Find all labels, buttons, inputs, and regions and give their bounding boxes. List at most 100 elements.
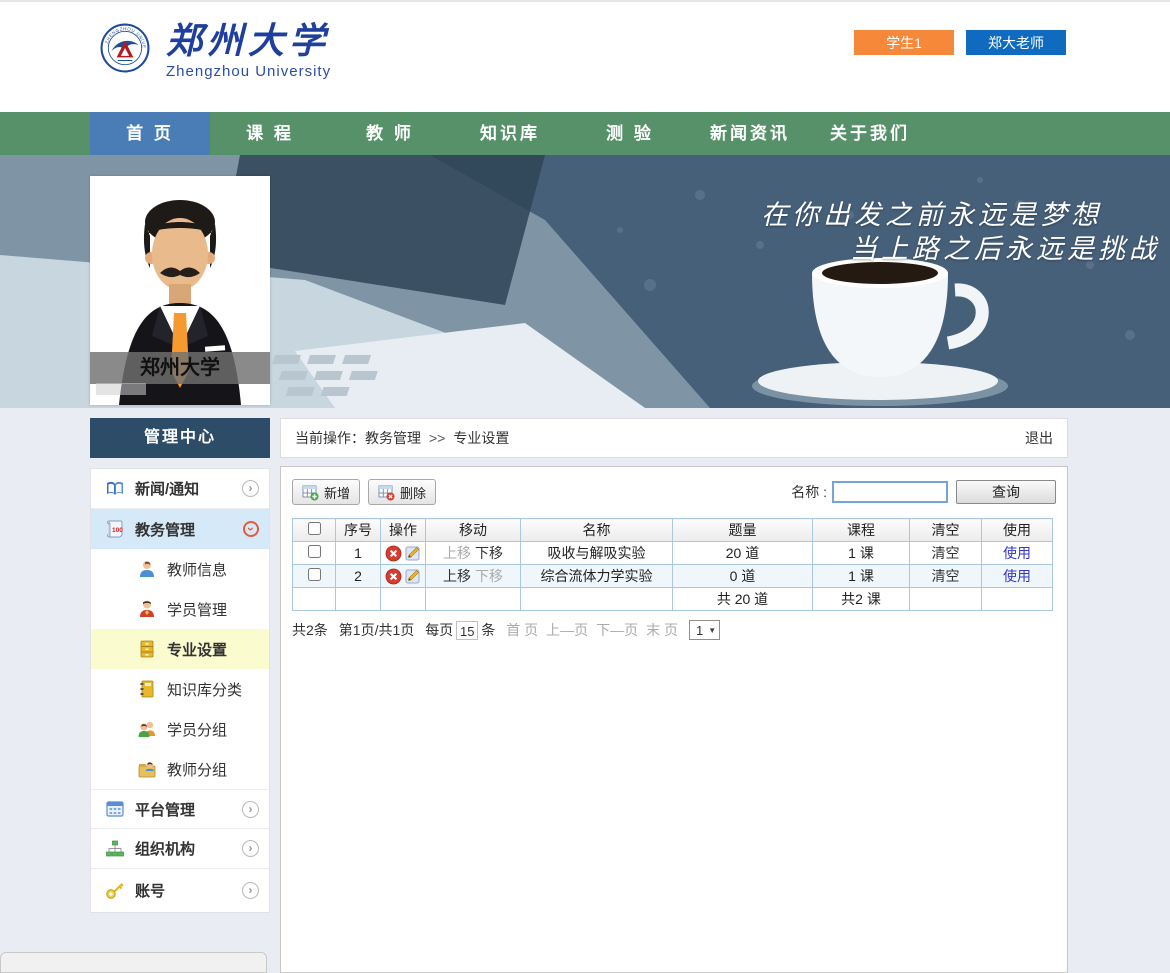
col-operation: 操作 bbox=[381, 519, 426, 542]
clear-link[interactable]: 清空 bbox=[932, 545, 960, 561]
sidebar-item-org-structure[interactable]: 组织机构 › bbox=[91, 829, 269, 869]
sidebar-item-label: 专业设置 bbox=[167, 639, 269, 660]
sidebar-item-label: 知识库分类 bbox=[167, 679, 269, 700]
move-up-link[interactable]: 上移 bbox=[443, 568, 471, 584]
move-up-link: 上移 bbox=[443, 545, 471, 561]
row-course: 1 课 bbox=[813, 565, 910, 588]
use-link[interactable]: 使用 bbox=[1003, 545, 1031, 561]
nav-item-teachers[interactable]: 教 师 bbox=[330, 112, 450, 155]
next-page-link: 下—页 bbox=[596, 620, 638, 640]
edit-row-icon[interactable] bbox=[404, 545, 421, 562]
sidebar-item-account[interactable]: 账号 › bbox=[91, 869, 269, 912]
banner-slogan-line2: 当上路之后永远是挑战 bbox=[850, 227, 1160, 266]
nav-item-knowledge-base[interactable]: 知识库 bbox=[450, 112, 570, 155]
org-structure-icon bbox=[105, 839, 125, 859]
courses-total: 共2 课 bbox=[813, 588, 910, 611]
banner: 在你出发之前永远是梦想 当上路之后永远是挑战 bbox=[0, 155, 1170, 408]
row-name: 吸收与解吸实验 bbox=[521, 542, 673, 565]
nav-item-about[interactable]: 关于我们 bbox=[810, 112, 930, 155]
sidebar-item-teacher-info[interactable]: 教师信息 bbox=[91, 549, 269, 589]
row-checkbox[interactable] bbox=[308, 545, 321, 558]
table-header-row: 序号 操作 移动 名称 题量 课程 清空 使用 bbox=[293, 519, 1053, 542]
sidebar-item-label: 平台管理 bbox=[135, 799, 242, 820]
breadcrumb-current[interactable]: 专业设置 bbox=[453, 428, 509, 448]
search-label: 名称 : bbox=[791, 482, 827, 502]
row-questions: 20 道 bbox=[673, 542, 813, 565]
sidebar-item-student-manage[interactable]: 学员管理 bbox=[91, 589, 269, 629]
col-move: 移动 bbox=[426, 519, 521, 542]
sidebar-item-kb-category[interactable]: 知识库分类 bbox=[91, 669, 269, 709]
clear-link[interactable]: 清空 bbox=[932, 568, 960, 584]
nav-item-news[interactable]: 新闻资讯 bbox=[690, 112, 810, 155]
chevron-right-icon: › bbox=[242, 480, 259, 497]
kb-category-icon bbox=[137, 679, 157, 699]
sidebar-item-platform-manage[interactable]: 平台管理 › bbox=[91, 789, 269, 829]
delete-table-icon bbox=[378, 484, 395, 501]
per-page-suffix: 条 bbox=[481, 620, 495, 640]
col-clear: 清空 bbox=[910, 519, 982, 542]
avatar-caption: 郑州大学 bbox=[140, 357, 220, 379]
nav-item-courses[interactable]: 课 程 bbox=[210, 112, 330, 155]
sidebar-item-label: 账号 bbox=[135, 880, 242, 901]
move-down-link[interactable]: 下移 bbox=[475, 545, 503, 561]
sidebar-item-news[interactable]: 新闻/通知 › bbox=[91, 469, 269, 509]
sidebar-item-label: 教师分组 bbox=[167, 759, 269, 780]
university-logo[interactable]: ZHENGZHOU UNIVERSITY 郑州大学 Zhengzhou Univ… bbox=[100, 20, 331, 80]
per-page-input[interactable]: 15 bbox=[456, 621, 478, 640]
row-name: 综合流体力学实验 bbox=[521, 565, 673, 588]
student-manage-icon bbox=[137, 599, 157, 619]
toolbar: 新增 删除 名称 : 查询 bbox=[292, 478, 1056, 506]
major-setting-icon bbox=[137, 639, 157, 659]
chevron-right-icon: › bbox=[242, 840, 259, 857]
edit-row-icon[interactable] bbox=[404, 568, 421, 585]
sidebar-item-student-group[interactable]: 学员分组 bbox=[91, 709, 269, 749]
sidebar-item-label: 组织机构 bbox=[135, 838, 242, 859]
use-link[interactable]: 使用 bbox=[1003, 568, 1031, 584]
platform-manage-icon bbox=[105, 799, 125, 819]
add-table-icon bbox=[302, 484, 319, 501]
sidebar-item-teacher-group[interactable]: 教师分组 bbox=[91, 749, 269, 789]
row-course: 1 课 bbox=[813, 542, 910, 565]
student-button[interactable]: 学生1 bbox=[854, 30, 954, 55]
breadcrumb-section[interactable]: 教务管理 bbox=[365, 428, 421, 448]
university-seal-icon: ZHENGZHOU UNIVERSITY bbox=[100, 23, 150, 73]
watermark bbox=[96, 383, 146, 395]
search-button[interactable]: 查询 bbox=[956, 480, 1056, 504]
breadcrumb-label: 当前操作： bbox=[295, 428, 365, 448]
chevron-down-icon: › bbox=[243, 521, 259, 537]
nav-item-home[interactable]: 首 页 bbox=[90, 112, 210, 155]
avatar-card: 郑州大学 bbox=[90, 176, 270, 405]
move-down-link: 下移 bbox=[475, 568, 503, 584]
add-button-label: 新增 bbox=[324, 483, 350, 502]
sidebar-item-label: 学员分组 bbox=[167, 719, 269, 740]
teacher-button[interactable]: 郑大老师 bbox=[966, 30, 1066, 55]
add-button[interactable]: 新增 bbox=[292, 479, 360, 505]
delete-button[interactable]: 删除 bbox=[368, 479, 436, 505]
row-checkbox[interactable] bbox=[308, 568, 321, 581]
col-use: 使用 bbox=[982, 519, 1053, 542]
sidebar-item-edu-manage[interactable]: 100 教务管理 › bbox=[91, 509, 269, 549]
search-area: 名称 : 查询 bbox=[791, 480, 1056, 504]
col-seq: 序号 bbox=[336, 519, 381, 542]
university-name-zh: 郑州大学 bbox=[166, 20, 331, 62]
chevron-right-icon: › bbox=[242, 882, 259, 899]
table-row: 1 上移下移 吸收与解吸实验 20 道 1 课 清空 使用 bbox=[293, 542, 1053, 565]
breadcrumb: 当前操作： 教务管理 >> 专业设置 退出 bbox=[280, 418, 1068, 458]
logout-link[interactable]: 退出 bbox=[1025, 428, 1053, 448]
page-select[interactable]: 1 ▼ bbox=[689, 620, 720, 640]
main-content: 新增 删除 名称 : 查询 序号 操作 移动 bbox=[280, 466, 1068, 973]
row-seq: 2 bbox=[336, 565, 381, 588]
delete-row-icon[interactable] bbox=[385, 545, 402, 562]
select-all-checkbox[interactable] bbox=[308, 522, 321, 535]
page-select-value: 1 bbox=[696, 623, 703, 638]
name-search-input[interactable] bbox=[832, 481, 948, 503]
delete-row-icon[interactable] bbox=[385, 568, 402, 585]
pagination: 共2条 第1页/共1页 每页 15 条 首 页 上—页 下—页 末 页 1 ▼ bbox=[292, 620, 1056, 640]
sidebar-item-major-setting[interactable]: 专业设置 bbox=[91, 629, 269, 669]
sidebar-title: 管理中心 bbox=[90, 418, 270, 458]
sidebar-item-label: 学员管理 bbox=[167, 599, 269, 620]
nav-item-tests[interactable]: 测 验 bbox=[570, 112, 690, 155]
avatar-caption-band: 郑州大学 bbox=[90, 352, 270, 384]
chevron-right-icon: › bbox=[242, 801, 259, 818]
teacher-group-icon bbox=[137, 759, 157, 779]
